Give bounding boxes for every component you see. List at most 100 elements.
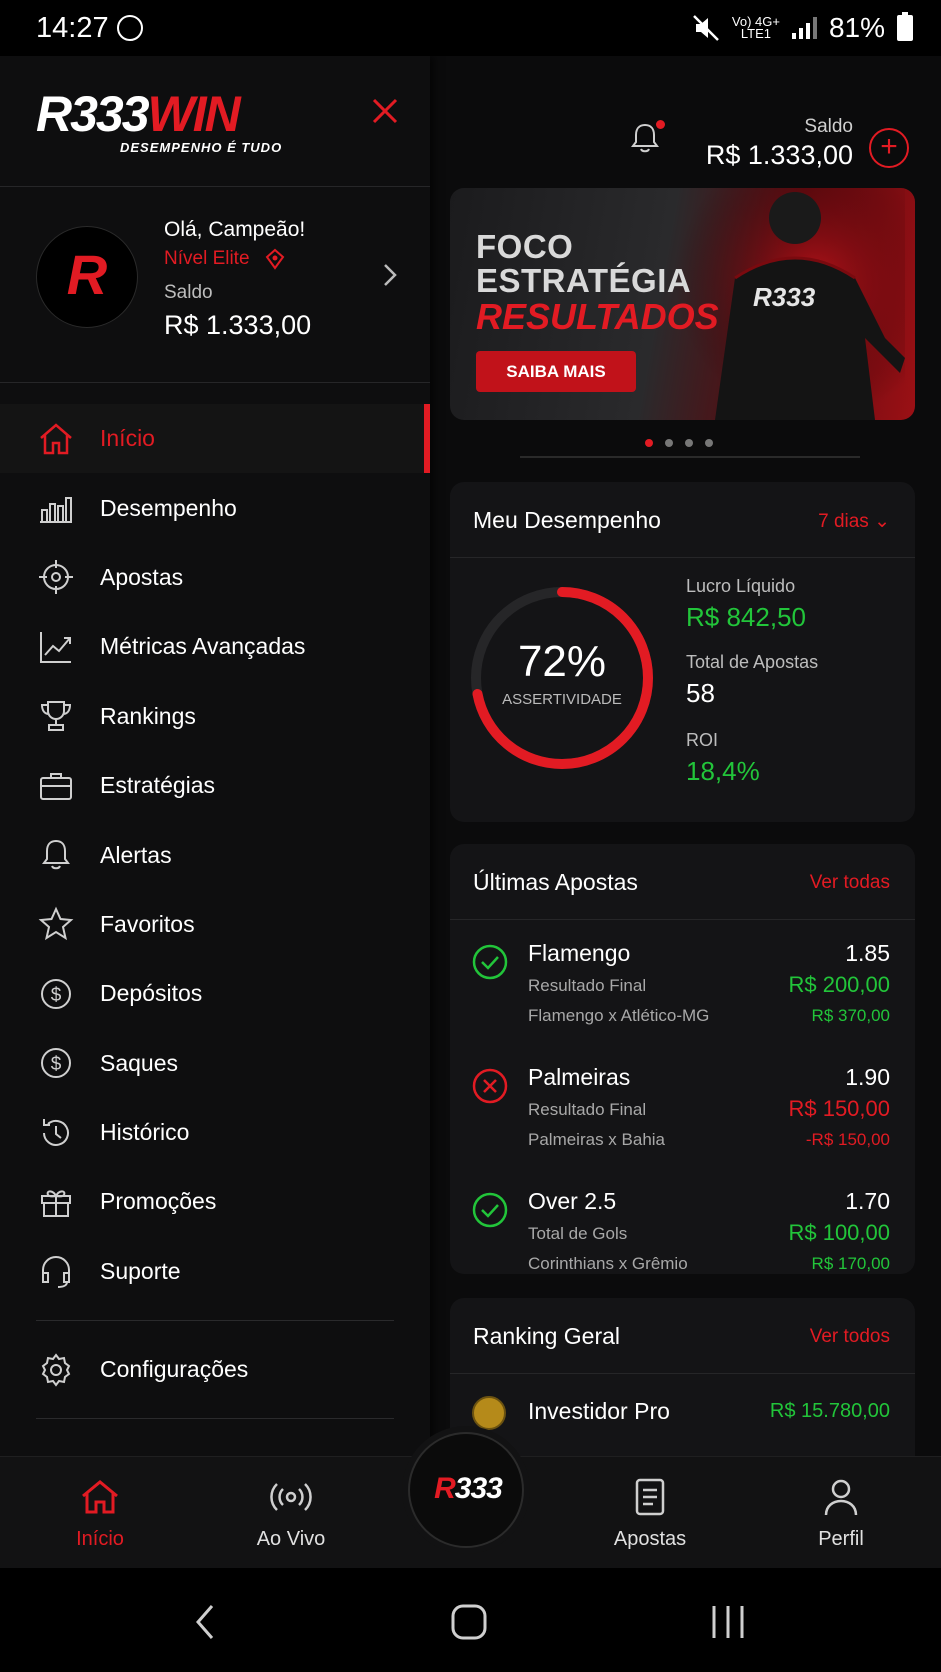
menu-item-historico[interactable]: Histórico [0,1098,430,1167]
divider [36,1320,394,1322]
carousel-dot[interactable] [645,439,653,447]
bell-icon [42,840,70,870]
menu-item-label: Rankings [100,702,196,729]
nav-perfil[interactable]: Perfil [761,1477,921,1551]
banner-line-2: ESTRATÉGIA [476,262,692,299]
ranking-card: Ranking Geral Ver todos Investidor Pro R… [450,1298,915,1456]
home-nav-icon[interactable] [450,1602,488,1642]
nav-apostas[interactable]: Apostas [570,1477,730,1551]
dollar-circle-icon: $ [41,978,71,1009]
avatar-letter: R [66,243,108,306]
svg-text:$: $ [51,1054,62,1075]
back-icon[interactable] [190,1602,220,1642]
bet-market: Resultado Final [528,1100,647,1119]
recent-apps-icon[interactable] [708,1602,748,1642]
line-chart-icon [40,631,71,663]
briefcase-icon [40,772,72,800]
bet-market: Total de Gols [528,1224,628,1243]
signal-icon [791,17,817,39]
menu-item-metricas[interactable]: Métricas Avançadas [0,612,430,681]
carousel-dots[interactable] [645,439,713,447]
live-icon [270,1483,312,1511]
x-circle-icon [472,1068,508,1104]
ranking-header: Ranking Geral Ver todos [450,1298,915,1374]
banner-line-3: RESULTADOS [476,296,719,337]
whatsapp-icon [116,15,143,41]
status-time: 14:27 [36,11,109,44]
ranking-row[interactable]: Investidor Pro R$ 15.780,00 [450,1396,915,1436]
menu-item-label: Promoções [100,1188,217,1215]
network-indicator: Vo) 4G+ LTE1 [731,14,780,41]
drawer-saldo-label: Saldo [164,282,213,303]
menu-item-saques[interactable]: $ Saques [0,1029,430,1098]
nav-label: Apostas [613,1528,687,1550]
add-funds-button[interactable]: + [869,128,909,168]
bet-row[interactable]: Over 2.5 Total de Gols Corinthians x Grê… [450,1170,915,1274]
greeting: Olá, Campeão! [164,218,306,241]
battery-icon [897,12,913,41]
performance-header: Meu Desempenho 7 dias ⌄ [450,482,915,558]
menu-item-favoritos[interactable]: Favoritos [0,890,430,959]
ticket-icon [635,1478,665,1516]
user-icon [824,1479,858,1516]
bet-row[interactable]: Palmeiras Resultado Final Palmeiras x Ba… [450,1046,915,1170]
stat-profit-label: Lucro Líquido [686,576,796,596]
plus-circle-icon: + [880,130,898,163]
performance-title: Meu Desempenho [473,507,661,533]
divider [0,382,430,383]
carousel-dot[interactable] [665,439,673,447]
stat-roi-label: ROI [686,730,719,750]
carousel-dot[interactable] [685,439,693,447]
banner-cta-button[interactable]: SAIBA MAIS [476,351,636,392]
menu-item-label: Histórico [100,1119,190,1146]
menu-item-depositos[interactable]: $ Depósitos [0,959,430,1028]
mute-icon [693,15,719,41]
ranking-value: R$ 15.780,00 [769,1400,890,1422]
bet-stake: R$ 100,00 [788,1220,890,1245]
recent-bets-title: Últimas Apostas [473,869,638,895]
menu-item-apostas[interactable]: Apostas [0,543,430,612]
accuracy-percent: 72% [517,637,607,686]
period-selector[interactable]: 7 dias ⌄ [818,510,890,533]
status-bar: 14:27 Vo) 4G+ LTE1 81% [0,0,941,56]
home-icon [82,1480,118,1514]
center-fab-button[interactable]: R333 [408,1432,524,1548]
close-icon[interactable] [370,96,400,126]
drawer-saldo-value: R$ 1.333,00 [164,310,312,340]
menu-item-desempenho[interactable]: Desempenho [0,473,430,542]
menu-item-rankings[interactable]: Rankings [0,682,430,751]
brand-tagline: DESEMPENHO É TUDO [120,140,283,155]
stat-roi-value: 18,4% [686,756,760,786]
menu-item-inicio[interactable]: Início [0,404,430,474]
header-saldo-value: R$ 1.333,00 [705,140,853,170]
bet-row[interactable]: Flamengo Resultado Final Flamengo x Atlé… [450,922,915,1046]
ranking-title: Ranking Geral [473,1323,621,1349]
system-navigation-bar [0,1568,941,1672]
ranking-name: Investidor Pro [528,1398,670,1424]
bet-market: Resultado Final [528,976,647,995]
carousel-divider [520,456,860,458]
menu-item-configuracoes[interactable]: Configurações [0,1335,430,1404]
history-icon [43,1118,69,1146]
nav-inicio[interactable]: Início [20,1477,180,1551]
see-all-bets-link[interactable]: Ver todas [810,872,890,894]
profile-summary[interactable]: R Olá, Campeão! Nível Elite Saldo R$ 1.3… [0,186,430,382]
promo-banner[interactable]: R333 FOCO ESTRATÉGIA RESULTADOS SAIBA MA… [450,188,915,420]
check-circle-icon [472,1192,508,1228]
see-all-ranking-link[interactable]: Ver todos [810,1326,890,1348]
menu-item-suporte[interactable]: Suporte [0,1237,430,1306]
menu-item-alertas[interactable]: Alertas [0,820,430,889]
menu-item-label: Apostas [100,563,184,590]
bet-return: R$ 170,00 [811,1254,890,1273]
nav-ao-vivo[interactable]: Ao Vivo [211,1477,371,1551]
bell-icon[interactable] [630,122,660,154]
diamond-icon [265,248,285,270]
menu-item-promocoes[interactable]: Promoções [0,1167,430,1236]
menu-item-label: Suporte [100,1257,181,1284]
menu-item-label: Configurações [100,1356,249,1383]
drawer-menu: Início Desempenho Apostas Métricas Avanç… [0,404,430,1433]
menu-item-estrategias[interactable]: Estratégias [0,751,430,820]
carousel-dot[interactable] [705,439,713,447]
bet-return: -R$ 150,00 [805,1130,890,1149]
stat-profit-value: R$ 842,50 [686,602,806,632]
